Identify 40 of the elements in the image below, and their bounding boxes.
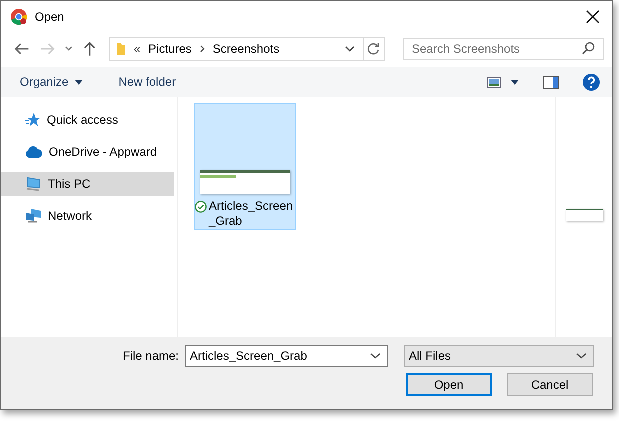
file-type-dropdown[interactable]: All Files xyxy=(404,345,594,367)
file-name-label: File name: xyxy=(122,349,179,363)
view-icon[interactable] xyxy=(487,76,501,88)
help-icon[interactable] xyxy=(583,74,600,90)
chevron-down-icon[interactable] xyxy=(344,46,355,52)
overflow-marker[interactable]: « xyxy=(134,42,141,56)
up-arrow-icon[interactable] xyxy=(83,40,97,56)
chevron-right-icon[interactable] xyxy=(200,44,205,52)
window-title: Open xyxy=(35,10,64,24)
breadcrumb-item[interactable]: Screenshots xyxy=(212,42,280,56)
back-arrow-icon[interactable] xyxy=(14,42,30,56)
computer-icon xyxy=(25,176,42,192)
chevron-down-icon[interactable] xyxy=(65,46,74,52)
search-field[interactable]: Search Screenshots xyxy=(402,38,604,60)
dialog-button[interactable]: Open xyxy=(406,373,492,396)
address-bar[interactable]: « Pictures Screenshots xyxy=(108,36,385,60)
app-icon xyxy=(10,8,28,26)
search-icon xyxy=(582,42,595,55)
refresh-icon xyxy=(367,42,380,55)
sidebar-item[interactable]: Network xyxy=(1,204,174,228)
preview-pane-icon[interactable] xyxy=(543,76,559,88)
star-icon xyxy=(25,112,41,128)
file-name-field[interactable]: Articles_Screen_Grab xyxy=(185,345,388,367)
organize-menu[interactable]: Organize xyxy=(20,75,83,89)
caret-icon xyxy=(74,80,83,84)
file-item[interactable]: Articles_Screen_Grab xyxy=(194,103,296,230)
sidebar-item[interactable]: OneDrive - Appward xyxy=(1,140,174,164)
caret-icon[interactable] xyxy=(511,80,519,84)
preview-thumbnail xyxy=(566,208,602,220)
breadcrumb-item[interactable]: Pictures xyxy=(148,42,192,56)
new-folder-button[interactable]: New folder xyxy=(118,75,176,89)
chevron-down-icon xyxy=(370,353,381,359)
sidebar-item[interactable]: Quick access xyxy=(1,108,174,132)
cloud-icon xyxy=(25,146,43,158)
sidebar-item[interactable]: This PC xyxy=(1,172,174,196)
close-icon[interactable] xyxy=(586,10,600,24)
network-icon xyxy=(25,208,42,224)
dialog-button[interactable]: Cancel xyxy=(507,373,593,396)
chevron-down-icon xyxy=(576,353,587,359)
folder-icon xyxy=(116,42,126,56)
